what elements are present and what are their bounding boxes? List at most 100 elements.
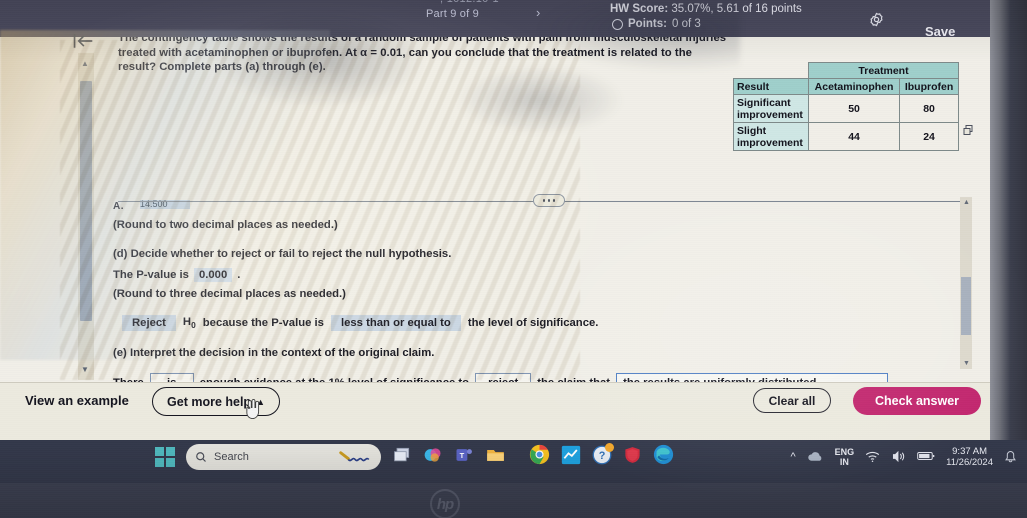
table-cell-slight-acetaminophen: 44: [807, 122, 901, 151]
notification-badge: [605, 442, 614, 452]
tray-date: 11/26/2024: [946, 457, 993, 468]
assignment-title-clipped: , 1012.10-1: [440, 0, 499, 5]
points-status: Points: 0 of 3: [612, 18, 701, 30]
svg-text:T: T: [460, 450, 465, 459]
table-row-label-significant: Significant improvement: [733, 94, 809, 123]
scroll-up-arrow-icon[interactable]: ▲: [963, 199, 970, 206]
bell-icon[interactable]: [1004, 449, 1017, 465]
hp-logo: hp: [430, 489, 460, 518]
table-row: Result Acetaminophen Ibuprofen: [733, 78, 959, 95]
chevron-right-icon[interactable]: ›: [536, 5, 540, 20]
google-chrome-icon[interactable]: [529, 444, 550, 470]
table-row: Significant improvement 50 80: [733, 94, 959, 123]
part-e-prompt: (e) Interpret the decision in the contex…: [113, 347, 435, 359]
scroll-down-arrow-icon[interactable]: ▼: [963, 360, 970, 367]
search-icon: [196, 452, 206, 462]
task-view-icon[interactable]: [392, 445, 412, 470]
scroll-down-arrow-icon[interactable]: ▼: [81, 365, 89, 374]
gear-icon[interactable]: [868, 11, 885, 33]
table-row: Slight improvement 44 24: [733, 122, 959, 151]
scroll-up-arrow-icon[interactable]: ▲: [81, 59, 89, 68]
ellipsis-icon[interactable]: [533, 194, 565, 207]
table-col-header-acetaminophen: Acetaminophen: [807, 78, 901, 95]
scrollbar-thumb[interactable]: [961, 277, 971, 335]
decision-row: Reject H0 because the P-value is less th…: [122, 315, 598, 331]
table-corner-blank: [734, 63, 809, 79]
clock[interactable]: 9:37 AM 11/26/2024: [946, 446, 993, 468]
action-bar: View an example Get more help ▲ Clear al…: [0, 382, 990, 440]
table-row-label-slight: Slight improvement: [733, 122, 809, 151]
hw-score-value: 35.07%, 5.61 of 16 points: [671, 3, 802, 15]
table-cell-significant-acetaminophen: 50: [807, 94, 901, 123]
hand-cursor-icon: [243, 398, 261, 425]
points-label: Points:: [628, 18, 667, 30]
scrollbar-thumb[interactable]: [80, 81, 92, 321]
hw-score-label: HW Score:: [610, 3, 669, 15]
decision-tail-text: the level of significance.: [467, 317, 599, 329]
null-hypothesis-symbol: H0: [182, 316, 196, 330]
view-an-example-link[interactable]: View an example: [25, 393, 129, 408]
taskbar-app-icons: Search T ?: [155, 442, 674, 470]
table-row: Treatment: [734, 62, 959, 79]
part-indicator: Part 9 of 9: [426, 8, 479, 20]
file-explorer-icon[interactable]: [485, 445, 506, 470]
battery-icon[interactable]: [917, 450, 935, 464]
decision-mid-text: because the P-value is: [202, 317, 324, 329]
tray-time: 9:37 AM: [952, 446, 987, 457]
chevron-up-icon[interactable]: ^: [790, 451, 795, 463]
dot: [552, 199, 556, 202]
contingency-table: Treatment Result Acetaminophen Ibuprofen…: [733, 62, 959, 151]
search-placeholder: Search: [214, 451, 249, 463]
table-col-header-ibuprofen: Ibuprofen: [899, 78, 959, 95]
points-circle-icon: [612, 18, 623, 30]
points-value: 0 of 3: [671, 18, 701, 30]
help-question-icon[interactable]: ?: [592, 442, 614, 470]
part-c-choice-label: A.: [113, 201, 124, 212]
homework-score: HW Score: 35.07%, 5.61 of 16 points: [610, 3, 802, 15]
language-indicator[interactable]: ENG IN: [835, 447, 855, 467]
language-line-2: IN: [839, 457, 849, 467]
microsoft-edge-icon[interactable]: [653, 444, 674, 470]
check-answer-button[interactable]: Check answer: [853, 387, 981, 415]
laptop-screen-photo: , 1012.10-1 Part 9 of 9 › HW Score: 35.0…: [0, 0, 1027, 518]
question-content-page: The contingency table shows the results …: [0, 32, 990, 393]
page-scrollbar[interactable]: ▲ ▼: [78, 53, 94, 380]
table-row-header: Result: [733, 78, 809, 95]
p-value-input[interactable]: 0.000: [193, 268, 233, 282]
comparison-dropdown[interactable]: less than or equal to: [330, 315, 461, 331]
dot: [542, 199, 546, 202]
microsoft-teams-icon[interactable]: T: [454, 445, 474, 470]
round-two-note: (Round to two decimal places as needed.): [113, 219, 338, 231]
p-value-row: The P-value is 0.000 .: [113, 268, 240, 282]
screen-right-edge: [990, 0, 1027, 440]
speaker-icon[interactable]: [891, 450, 906, 465]
laptop-bottom-bezel: hp: [0, 483, 1027, 518]
assignment-header-bar: , 1012.10-1 Part 9 of 9 › HW Score: 35.0…: [0, 0, 990, 39]
wifi-icon[interactable]: [865, 450, 880, 465]
copilot-icon[interactable]: [423, 445, 443, 470]
windows-start-icon[interactable]: [155, 447, 175, 467]
system-tray: ^ ENG IN 9:37 AM 11/26/2024: [790, 446, 1017, 468]
windows-taskbar: Search T ? ^ ENG IN 9:37 AM 11/26/2024: [0, 440, 1027, 483]
table-cell-significant-ibuprofen: 80: [899, 94, 959, 123]
decision-dropdown[interactable]: Reject: [122, 315, 176, 331]
language-line-1: ENG: [834, 447, 855, 457]
search-input[interactable]: Search: [186, 444, 381, 470]
p-value-period: .: [237, 269, 241, 281]
onedrive-icon[interactable]: [807, 450, 824, 465]
back-to-start-icon[interactable]: [72, 32, 94, 55]
save-button[interactable]: Save: [925, 24, 955, 39]
clear-all-button[interactable]: Clear all: [753, 388, 831, 413]
svg-text:?: ?: [599, 450, 606, 462]
copy-icon[interactable]: [962, 123, 974, 141]
table-cell-slight-ibuprofen: 24: [899, 122, 959, 151]
round-three-note: (Round to three decimal places as needed…: [113, 288, 346, 300]
blue-chart-app-icon[interactable]: [561, 445, 581, 470]
answer-panel-scrollbar[interactable]: ▲ ▼: [960, 197, 972, 369]
table-group-header: Treatment: [808, 62, 959, 79]
mcafee-shield-icon[interactable]: [623, 445, 642, 470]
get-more-help-label: Get more help: [167, 394, 252, 409]
pen-squiggle-icon: [339, 449, 373, 468]
question-text: The contingency table shows the results …: [118, 32, 727, 74]
p-value-label: The P-value is: [113, 269, 189, 281]
